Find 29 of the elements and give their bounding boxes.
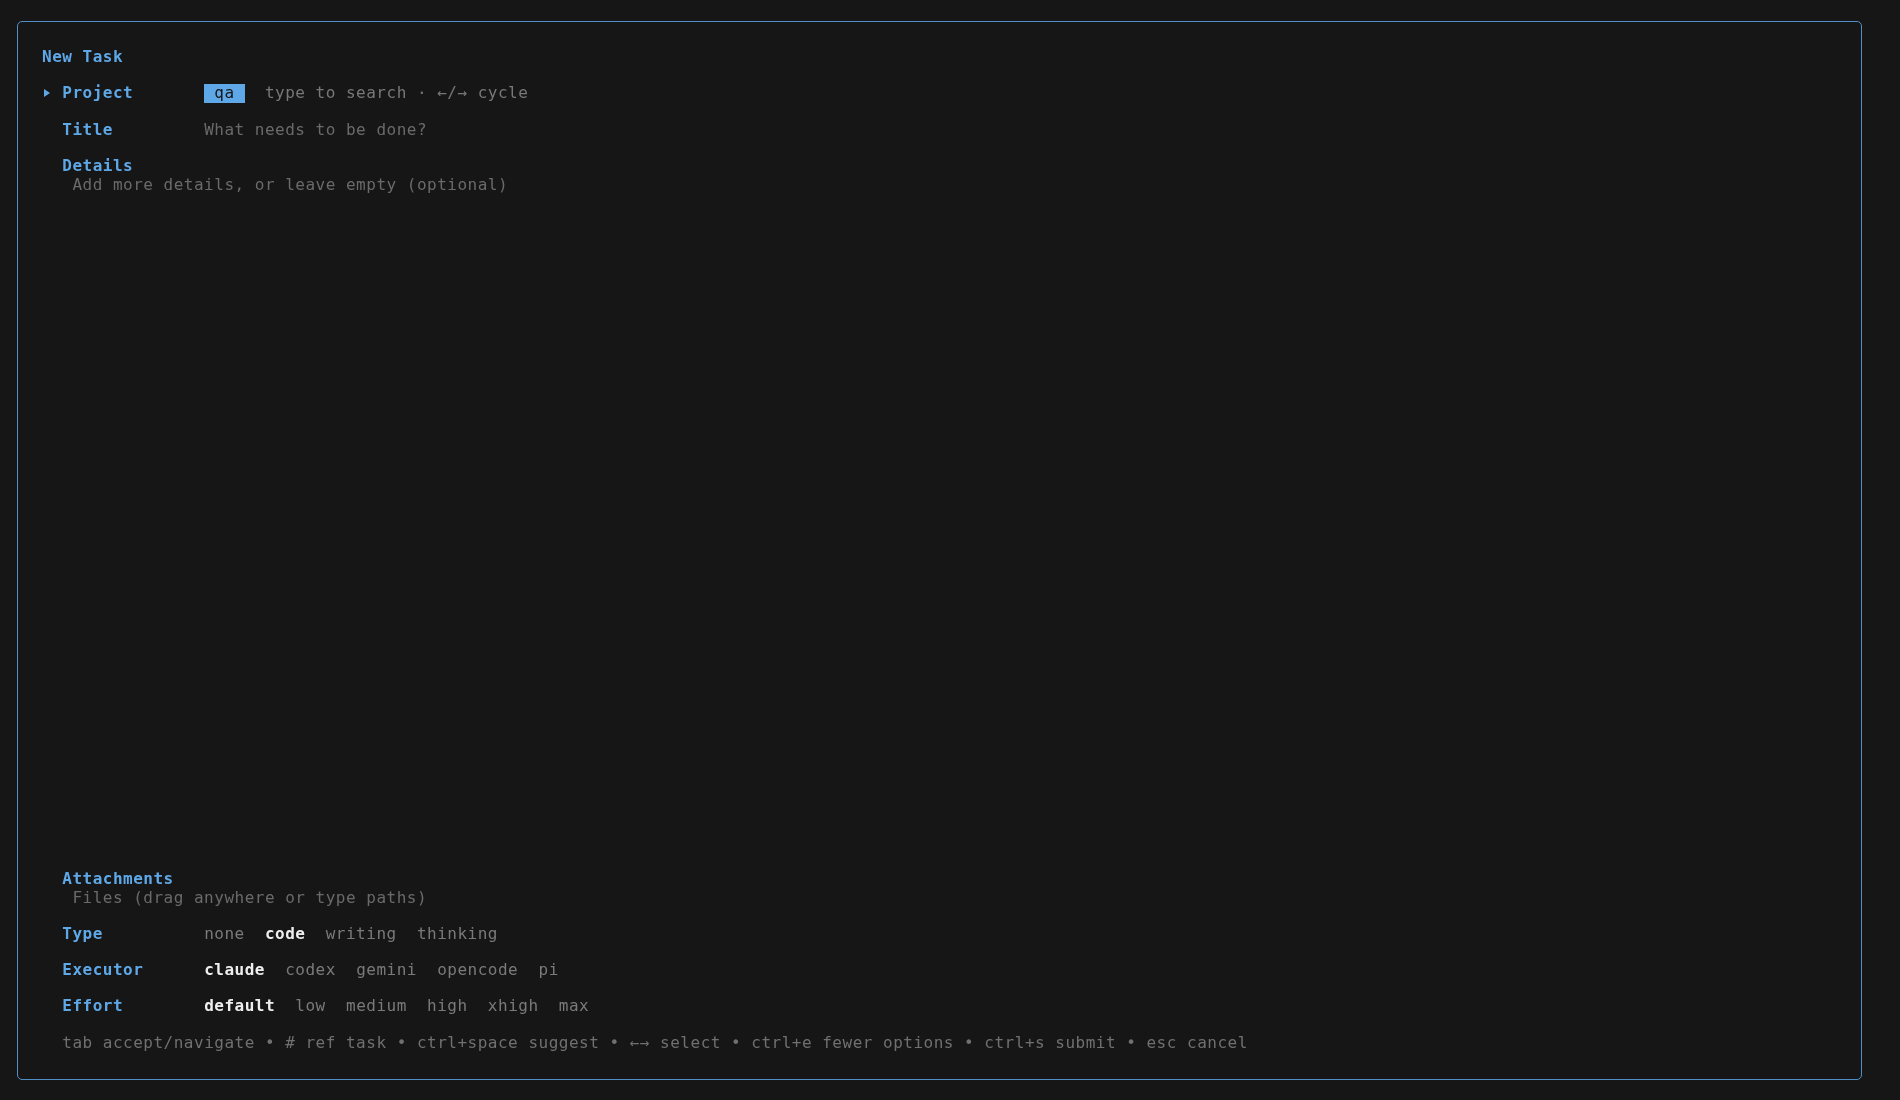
dialog-title: New Task xyxy=(42,48,124,67)
choice-option[interactable]: low xyxy=(295,997,326,1016)
hint-text: type to search · ←/→ cycle xyxy=(264,84,529,103)
field-label: Details xyxy=(62,157,134,176)
field-label: Executor xyxy=(62,960,144,980)
choice-option[interactable]: max xyxy=(558,997,590,1016)
choice-option[interactable]: gemini xyxy=(356,961,417,980)
choice-option[interactable]: claude xyxy=(204,961,265,980)
choice-option[interactable]: writing xyxy=(325,924,397,943)
choice-option[interactable]: xhigh xyxy=(487,997,539,1016)
field-label: Attachments xyxy=(62,870,174,889)
choice-option[interactable]: opencode xyxy=(437,961,519,980)
choice-option[interactable]: default xyxy=(204,997,276,1016)
field-label: Type xyxy=(62,923,103,943)
select-field[interactable]: qa xyxy=(204,84,245,103)
choice-option[interactable]: none xyxy=(204,924,245,943)
choice-option[interactable]: code xyxy=(264,924,306,943)
field-label: Effort xyxy=(62,996,124,1016)
choice-option[interactable]: high xyxy=(427,997,468,1016)
field-label: Title xyxy=(62,119,113,139)
choice-option[interactable]: pi xyxy=(538,961,559,980)
choice-option[interactable]: thinking xyxy=(416,924,498,943)
keyboard-shortcuts-hint: tab accept/navigate • # ref task • ctrl+space suggest • ←→ select • ctrl+e fewer options • ctrl+s submit • esc cancel xyxy=(62,1033,1248,1052)
choice-option[interactable]: codex xyxy=(285,961,336,980)
file-path-input[interactable]: Files (drag anywhere or type paths) xyxy=(72,888,430,907)
multiline-input[interactable]: Add more details, or leave empty (optional) xyxy=(72,175,511,194)
text-input[interactable]: What needs to be done? xyxy=(204,120,430,139)
field-label: Project xyxy=(62,83,134,103)
choice-option[interactable]: medium xyxy=(346,997,407,1016)
